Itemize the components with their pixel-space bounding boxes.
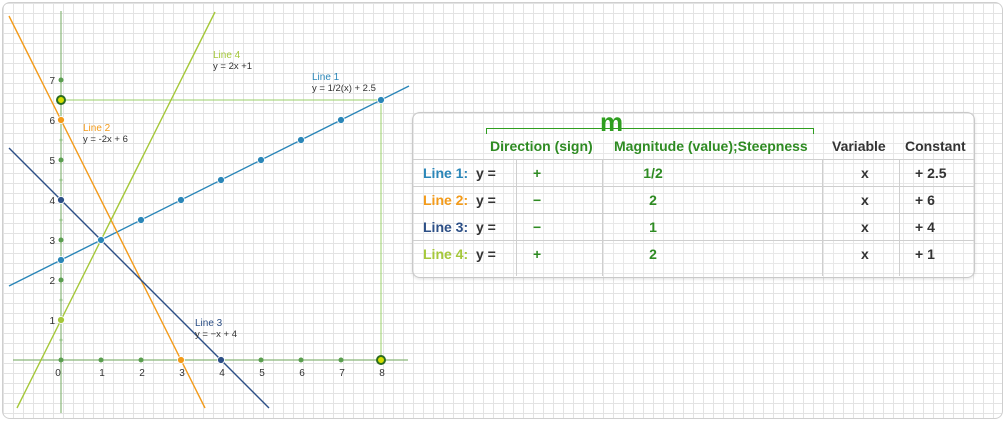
line-2 [8, 15, 206, 409]
row-y: y = [476, 219, 496, 235]
worksheet-frame: 0 1 2 3 4 5 6 7 8 1 2 3 4 5 6 7 Line 1y = 1/2(x) + 2.5 Li… [2, 2, 1003, 419]
y-tick-label: 3 [49, 236, 55, 247]
line-1-point [177, 196, 185, 204]
line-1-equation: y = 1/2(x) + 2.5 [312, 83, 376, 94]
coordinate-graph: 0 1 2 3 4 5 6 7 8 1 2 3 4 5 6 7 Line 1y = 1/2(x) + 2.5 Li… [8, 11, 410, 413]
row-name: Line 1: [423, 165, 469, 181]
column-divider [516, 159, 517, 276]
row-name: Line 2: [423, 192, 469, 208]
line-1-point [377, 96, 385, 104]
line-1-point [97, 236, 105, 244]
line-2-point [57, 116, 65, 124]
line-1 [8, 85, 410, 287]
line-1-point [57, 256, 65, 264]
y-axis-dot [58, 157, 64, 163]
y-axis-minor-dot [59, 178, 63, 182]
table-row-line-2: Line 2: y = − 2 x + 6 [413, 186, 974, 214]
x-tick-label: 3 [179, 368, 185, 379]
row-sign: + [533, 246, 542, 262]
column-divider [822, 159, 823, 276]
header-magnitude: Magnitude (value);Steepness [614, 138, 808, 154]
row-magnitude: 2 [649, 192, 657, 208]
row-magnitude: 2 [649, 246, 657, 262]
y-tick-label: 7 [49, 76, 55, 87]
table-row-line-3: Line 3: y = − 1 x + 4 [413, 213, 974, 241]
line-3-equation: y = −x + 4 [195, 329, 237, 340]
row-magnitude: 1 [649, 219, 657, 235]
x-axis-dot [338, 357, 344, 363]
row-y: y = [476, 165, 496, 181]
row-constant: + 4 [915, 219, 935, 235]
x-tick-label: 0 [55, 368, 61, 379]
x-axis-dot [98, 357, 104, 363]
line-4-label: Line 4 [213, 50, 241, 61]
line-1-point [257, 156, 265, 164]
highlight-point [376, 355, 386, 365]
row-variable: x [861, 192, 869, 208]
row-constant: + 6 [915, 192, 935, 208]
table-row-line-4: Line 4: y = + 2 x + 1 [413, 240, 974, 268]
row-magnitude: 1/2 [643, 165, 663, 181]
slope-table: m Direction (sign) Magnitude (value);Ste… [412, 112, 975, 278]
row-sign: − [533, 219, 542, 235]
y-tick-label: 5 [49, 156, 55, 167]
y-axis-dot [58, 277, 64, 283]
y-axis-dot [58, 77, 64, 83]
line-2-label: Line 2 [83, 123, 111, 134]
row-constant: + 1 [915, 246, 935, 262]
row-variable: x [861, 165, 869, 181]
line-1-point [217, 176, 225, 184]
x-tick-label: 6 [299, 368, 305, 379]
x-axis-dot [138, 357, 144, 363]
x-axis-dot [298, 357, 304, 363]
m-label: m [600, 112, 624, 137]
x-tick-label: 8 [379, 368, 385, 379]
line-1-point [137, 216, 145, 224]
x-axis-dot [258, 357, 264, 363]
line-3-point [217, 356, 225, 364]
line-4 [16, 11, 216, 409]
column-divider [602, 159, 603, 276]
row-name: Line 4: [423, 246, 469, 262]
line-3-point [57, 196, 65, 204]
y-tick-label: 2 [49, 276, 55, 287]
line-4-point [57, 316, 65, 324]
row-sign: + [533, 165, 542, 181]
row-variable: x [861, 246, 869, 262]
line-3-label: Line 3 [195, 318, 223, 329]
table-row-line-1: Line 1: y = + 1/2 x + 2.5 [413, 159, 974, 187]
y-axis-minor-dot [59, 218, 63, 222]
y-tick-label: 1 [49, 316, 55, 327]
x-axis-dot [58, 357, 64, 363]
line-1-point [297, 136, 305, 144]
highlight-point [56, 95, 66, 105]
line-1-label: Line 1 [312, 72, 340, 83]
row-y: y = [476, 192, 496, 208]
line-1-point [337, 116, 345, 124]
y-axis-dot [58, 237, 64, 243]
row-name: Line 3: [423, 219, 469, 235]
line-4-equation: y = 2x +1 [213, 61, 252, 72]
column-divider [899, 159, 900, 276]
header-constant: Constant [905, 138, 966, 154]
y-axis-minor-dot [59, 138, 63, 142]
m-bracket [486, 128, 814, 134]
y-tick-label: 4 [49, 196, 55, 207]
header-variable: Variable [832, 138, 886, 154]
x-tick-label: 7 [339, 368, 345, 379]
row-variable: x [861, 219, 869, 235]
y-axis-minor-dot [59, 298, 63, 302]
row-y: y = [476, 246, 496, 262]
row-sign: − [533, 192, 542, 208]
x-tick-label: 2 [139, 368, 145, 379]
line-2-point [177, 356, 185, 364]
y-tick-label: 6 [49, 116, 55, 127]
x-tick-label: 5 [259, 368, 265, 379]
header-direction: Direction (sign) [490, 138, 593, 154]
x-tick-label: 4 [219, 368, 225, 379]
line-2-equation: y = -2x + 6 [83, 134, 128, 145]
x-tick-label: 1 [99, 368, 105, 379]
y-axis-minor-dot [59, 338, 63, 342]
row-constant: + 2.5 [915, 165, 947, 181]
